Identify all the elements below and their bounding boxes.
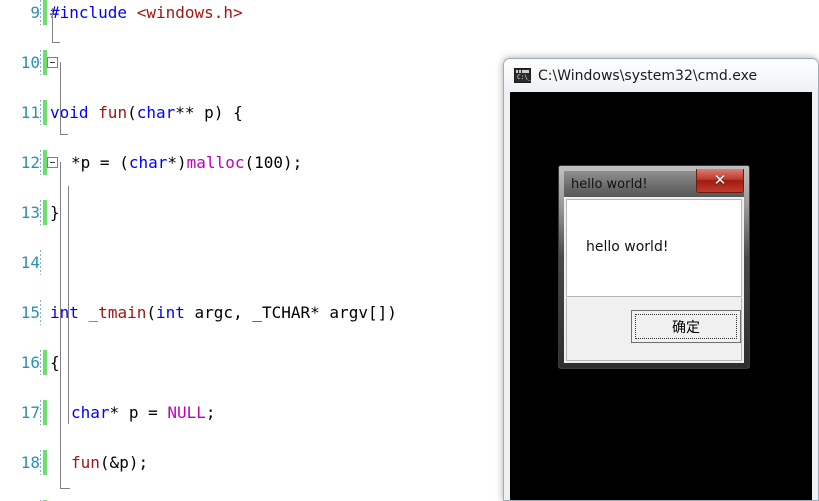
close-x-glyph: ✕ [713, 171, 727, 189]
code-line[interactable]: 9 #include <windows.h> [0, 0, 819, 25]
code-text: fun(&p); [71, 453, 149, 472]
message-box-dialog[interactable]: hello world! ✕ hello world! 确定 [558, 165, 750, 369]
line-number: 13 [20, 203, 40, 222]
fold-guide-include [52, 8, 53, 42]
fold-guide-fun [60, 62, 61, 134]
gutter-separator [40, 450, 41, 475]
fold-guide-main [60, 162, 61, 488]
code-text: void fun(char** p) { [50, 103, 243, 122]
fold-guide-main-end [60, 488, 70, 489]
line-number: 18 [20, 453, 40, 472]
dialog-title-text: hello world! [571, 176, 648, 192]
code-text: char* p = NULL; [71, 403, 216, 422]
code-text: int _tmain(int argc, _TCHAR* argv[]) [50, 303, 397, 322]
gutter-separator [40, 100, 41, 125]
gutter-separator [40, 350, 41, 375]
dialog-button-strip: 确定 [566, 298, 742, 361]
code-text: #include <windows.h> [50, 3, 243, 22]
dialog-message-text: hello world! [586, 239, 669, 255]
fold-toggle-fun[interactable] [47, 57, 58, 68]
fold-toggle-main[interactable] [47, 157, 58, 168]
line-number: 12 [20, 153, 40, 172]
ok-button[interactable]: 确定 [631, 310, 741, 343]
fold-guide-main-body [68, 186, 69, 424]
change-indicator [43, 400, 47, 425]
gutter-separator [40, 0, 41, 25]
console-icon: C:\_ [514, 68, 531, 83]
dialog-body: hello world! [566, 199, 742, 297]
gutter-separator [40, 400, 41, 425]
line-number: 14 [20, 253, 40, 272]
gutter-separator [40, 200, 41, 225]
gutter-separator [40, 150, 41, 175]
change-indicator [43, 200, 47, 225]
code-text: *p = (char*)malloc(100); [71, 153, 303, 172]
change-indicator [43, 100, 47, 125]
change-indicator [43, 250, 47, 275]
cmd-window-title: C:\Windows\system32\cmd.exe [538, 67, 758, 84]
gutter-separator [40, 50, 41, 75]
change-indicator [43, 0, 47, 25]
line-number: 16 [20, 353, 40, 372]
fold-guide-fun-end [60, 134, 68, 135]
line-number: 11 [20, 103, 40, 122]
gutter-separator [40, 300, 41, 325]
line-number: 17 [20, 403, 40, 422]
line-number: 10 [20, 53, 40, 72]
code-text: } [50, 203, 60, 222]
change-indicator [43, 350, 47, 375]
line-number: 9 [30, 3, 40, 22]
fold-guide-include-end [52, 42, 60, 43]
line-number: 15 [20, 303, 40, 322]
close-icon[interactable]: ✕ [696, 169, 744, 193]
code-text: { [50, 353, 60, 372]
ok-button-label: 确定 [672, 319, 700, 336]
dialog-title-bar[interactable]: hello world! ✕ [564, 169, 744, 197]
cmd-title-bar[interactable]: C:\_ C:\Windows\system32\cmd.exe [504, 59, 818, 92]
gutter-separator [40, 250, 41, 275]
change-indicator [43, 450, 47, 475]
change-indicator [43, 300, 47, 325]
